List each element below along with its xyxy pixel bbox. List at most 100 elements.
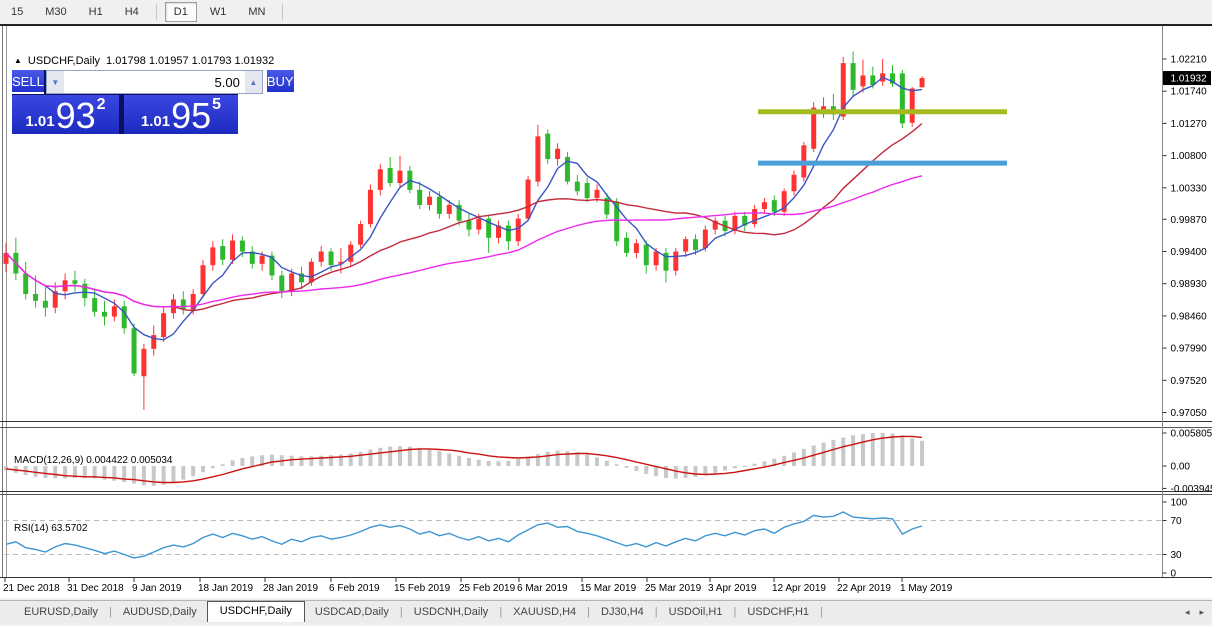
macd-histogram-bar (447, 453, 451, 466)
volume-spinner: ▼ ▲ (46, 70, 263, 94)
tab-dj30-h4[interactable]: DJ30,H4 (591, 603, 654, 621)
timeframe-button-mn[interactable]: MN (239, 2, 274, 22)
timeframe-button-m30[interactable]: M30 (36, 2, 75, 22)
sell-button[interactable]: SELL (12, 70, 44, 94)
candle-body (329, 252, 334, 266)
candle-body (102, 312, 107, 317)
macd-histogram-bar (201, 466, 205, 472)
tab-usdoil-h1[interactable]: USDOil,H1 (659, 603, 733, 621)
macd-histogram-bar (753, 464, 757, 466)
buy-price-display[interactable]: 1.01 95 5 (124, 95, 238, 134)
tab-usdcnh-daily[interactable]: USDCNH,Daily (404, 603, 499, 621)
candle-body (398, 171, 403, 183)
timeframe-button-h1[interactable]: H1 (80, 2, 112, 22)
date-axis-label: 12 Apr 2019 (772, 583, 826, 594)
candle-body (427, 197, 432, 205)
sell-price-display[interactable]: 1.01 93 2 (12, 95, 119, 134)
tab-xauusd-h4[interactable]: XAUUSD,H4 (503, 603, 586, 621)
rsi-axis-label: 70 (1171, 516, 1183, 527)
collapse-triangle-icon[interactable]: ▲ (14, 57, 22, 65)
candle-body (634, 243, 639, 253)
candle-body (762, 202, 767, 209)
tab-scroll-right-icon[interactable]: ▸ (1199, 607, 1204, 618)
macd-histogram-bar (191, 466, 195, 476)
candle-body (516, 219, 521, 242)
candle-body (535, 136, 540, 181)
sell-price-pips: 93 (56, 101, 96, 132)
macd-histogram-bar (349, 453, 353, 466)
macd-histogram-bar (634, 466, 638, 471)
tab-separator: | (733, 606, 736, 618)
buy-button[interactable]: BUY (267, 70, 294, 94)
timeframe-button-w1[interactable]: W1 (201, 2, 236, 22)
macd-histogram-bar (428, 450, 432, 466)
volume-increase-button[interactable]: ▲ (245, 71, 262, 93)
tab-scroll-left-icon[interactable]: ◂ (1185, 607, 1190, 618)
macd-histogram-bar (871, 433, 875, 466)
date-axis-label: 6 Mar 2019 (517, 583, 568, 594)
macd-histogram-bar (891, 434, 895, 466)
tab-separator: | (655, 606, 658, 618)
macd-histogram-bar (900, 435, 904, 466)
candle (910, 87, 915, 127)
date-axis-label: 25 Mar 2019 (645, 583, 702, 594)
macd-histogram-bar (536, 454, 540, 466)
macd-axis-label: 0.00 (1171, 462, 1191, 473)
candle (545, 130, 550, 164)
timeframe-button-d1[interactable]: D1 (165, 2, 197, 22)
symbol-tab-bar: EURUSD,Daily|AUDUSD,DailyUSDCHF,DailyUSD… (0, 600, 1212, 623)
macd-histogram-bar (792, 452, 796, 466)
volume-input[interactable] (64, 71, 245, 93)
macd-histogram-bar (152, 466, 156, 486)
macd-histogram-bar (497, 461, 501, 466)
price-axis-label: 0.97520 (1171, 376, 1208, 387)
tab-usdchf-h1[interactable]: USDCHF,H1 (737, 603, 819, 621)
candle-body (112, 306, 117, 316)
macd-histogram-bar (477, 460, 481, 466)
candle-body (920, 78, 925, 87)
macd-histogram-bar (290, 456, 294, 466)
candle-body (545, 134, 550, 159)
volume-decrease-button[interactable]: ▼ (47, 71, 64, 93)
candle-body (860, 75, 865, 86)
date-axis-label: 25 Feb 2019 (459, 583, 516, 594)
chart-window: 1.022101.017401.012701.008001.003300.998… (0, 24, 1212, 602)
candle-body (319, 252, 324, 262)
candle (565, 152, 570, 184)
macd-histogram-bar (359, 452, 363, 466)
timeframe-button-15[interactable]: 15 (2, 2, 32, 22)
candle-body (132, 328, 137, 373)
price-axis-label: 1.00800 (1171, 151, 1208, 162)
macd-histogram-bar (723, 466, 727, 471)
candle (358, 221, 363, 248)
candle-body (240, 241, 245, 252)
tab-eurusd-daily[interactable]: EURUSD,Daily (14, 603, 108, 621)
macd-histogram-bar (831, 440, 835, 466)
candle-body (388, 168, 393, 183)
tab-usdchf-daily[interactable]: USDCHF,Daily (207, 601, 305, 622)
candle-body (595, 190, 600, 198)
macd-histogram-bar (270, 455, 274, 466)
candle-body (683, 239, 688, 251)
tab-usdcad-daily[interactable]: USDCAD,Daily (305, 603, 399, 621)
candle-body (772, 200, 777, 212)
candle (516, 214, 521, 246)
timeframe-button-h4[interactable]: H4 (116, 2, 148, 22)
date-axis-label: 31 Dec 2018 (67, 583, 124, 594)
chart-ohlc-readout: 1.01798 1.01957 1.01793 1.01932 (106, 55, 274, 67)
candle-body (792, 175, 797, 191)
chart-title: ▲ USDCHF,Daily 1.01798 1.01957 1.01793 1… (14, 55, 274, 67)
macd-histogram-bar (132, 466, 136, 484)
macd-histogram-bar (585, 455, 589, 466)
tab-audusd-daily[interactable]: AUDUSD,Daily (113, 603, 207, 621)
macd-histogram-bar (53, 466, 57, 479)
candle (201, 260, 206, 298)
candle-body (624, 238, 629, 253)
candle (368, 184, 373, 227)
date-axis-label: 21 Dec 2018 (3, 583, 60, 594)
candle-body (851, 63, 856, 90)
candle-body (260, 256, 265, 264)
candle-body (181, 299, 186, 309)
candle-body (289, 273, 294, 291)
price-axis-label: 0.97990 (1171, 344, 1208, 355)
